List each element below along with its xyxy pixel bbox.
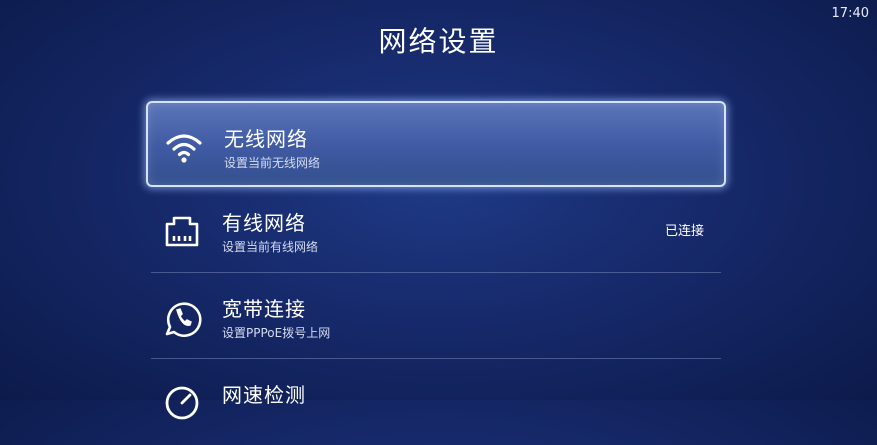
menu-item-subtitle: 设置当前无线网络 — [224, 156, 321, 170]
wifi-icon — [164, 127, 204, 167]
menu-item-speedtest[interactable]: 网速检测 — [146, 359, 726, 445]
menu-item-subtitle: 设置当前有线网络 — [222, 240, 319, 254]
status-time: 17:40 — [831, 6, 869, 21]
menu-item-wireless[interactable]: 无线网络 设置当前无线网络 — [146, 101, 726, 187]
menu-item-label: 网速检测 — [222, 383, 306, 407]
menu-item-subtitle: 设置PPPoE拨号上网 — [222, 326, 331, 340]
phone-icon — [162, 297, 202, 337]
page-title: 网络设置 — [378, 25, 499, 58]
menu-item-wired[interactable]: 有线网络 设置当前有线网络 已连接 — [146, 187, 726, 273]
network-settings-menu: 无线网络 设置当前无线网络 有线网络 设置当前有线网络 已连接 宽带连接 设置P… — [146, 101, 726, 445]
speedometer-icon — [162, 383, 202, 423]
menu-item-label: 宽带连接 — [222, 297, 306, 321]
menu-item-label: 有线网络 — [222, 211, 306, 235]
menu-item-broadband[interactable]: 宽带连接 设置PPPoE拨号上网 — [146, 273, 726, 359]
menu-item-label: 无线网络 — [224, 127, 308, 151]
connection-status: 已连接 — [664, 224, 704, 239]
ethernet-icon — [162, 211, 202, 251]
